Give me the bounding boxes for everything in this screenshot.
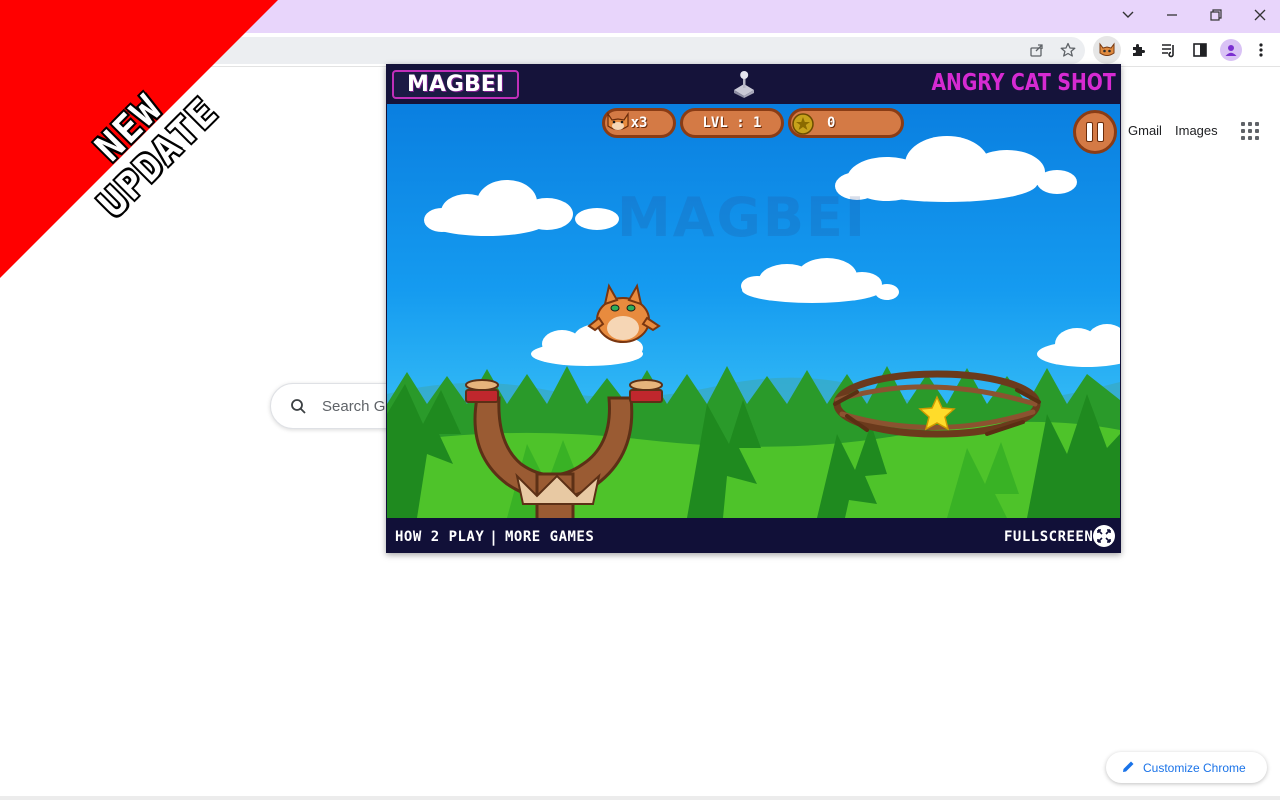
restore-icon[interactable]: [1194, 0, 1238, 30]
cloud: [1037, 324, 1120, 367]
footer-separator: |: [489, 528, 499, 546]
more-games-link[interactable]: MORE GAMES: [505, 529, 594, 545]
fullscreen-icon[interactable]: [1093, 525, 1115, 547]
pencil-icon: [1122, 760, 1135, 776]
cloud: [835, 136, 1077, 202]
cloud: [741, 258, 899, 303]
side-panel-icon[interactable]: [1187, 37, 1213, 63]
cat-face-icon: [607, 112, 629, 131]
reading-list-icon[interactable]: [1156, 37, 1182, 63]
brand-watermark: MAGBEI: [617, 186, 867, 249]
chevron-down-icon[interactable]: [1106, 0, 1150, 30]
how-to-play-link[interactable]: HOW 2 PLAY: [395, 529, 484, 545]
customize-chrome-label: Customize Chrome: [1143, 760, 1246, 775]
coin-icon: [792, 113, 814, 135]
share-icon[interactable]: [1024, 37, 1050, 63]
lives-value: x3: [630, 115, 648, 131]
cloud: [424, 180, 619, 236]
google-apps-icon[interactable]: [1241, 122, 1259, 140]
customize-chrome-button[interactable]: Customize Chrome: [1106, 752, 1267, 783]
extensions-puzzle-icon[interactable]: [1125, 37, 1151, 63]
game-popup: MAGBEI ANGRY CAT SHOT MAGBEI x3 LVL: 1 …: [386, 64, 1121, 553]
minimize-icon[interactable]: [1150, 0, 1194, 30]
game-header: MAGBEI ANGRY CAT SHOT: [386, 64, 1121, 104]
bottom-divider: [0, 796, 1280, 800]
joystick-icon: [731, 70, 757, 98]
score-value: 0: [827, 115, 836, 131]
fullscreen-link[interactable]: FULLSCREEN: [1004, 529, 1093, 545]
level-indicator: LVL : 1: [680, 108, 784, 138]
angry-cat-extension-icon[interactable]: [1093, 36, 1121, 64]
game-scene: [387, 136, 1120, 518]
game-canvas[interactable]: MAGBEI x3 LVL : 1 0: [387, 104, 1120, 518]
images-link[interactable]: Images: [1175, 123, 1218, 138]
magbei-logo[interactable]: MAGBEI: [392, 70, 519, 99]
search-placeholder: Search Go: [322, 398, 394, 415]
profile-avatar-icon[interactable]: [1220, 39, 1242, 61]
level-value: LVL : 1: [702, 115, 762, 131]
screen: Gmail Images Search Go Customize Chrome …: [0, 0, 1280, 800]
close-icon[interactable]: [1238, 0, 1280, 30]
more-menu-icon[interactable]: [1248, 37, 1274, 63]
gmail-link[interactable]: Gmail: [1128, 123, 1162, 138]
search-icon: [291, 399, 306, 414]
lives-counter: x3: [602, 108, 676, 138]
bookmark-star-icon[interactable]: [1055, 37, 1081, 63]
game-footer: HOW 2 PLAY | MORE GAMES FULLSCREEN: [386, 519, 1121, 553]
game-title: ANGRY CAT SHOT: [931, 70, 1116, 96]
pause-button[interactable]: [1073, 110, 1117, 154]
score-counter: 0: [788, 108, 904, 138]
